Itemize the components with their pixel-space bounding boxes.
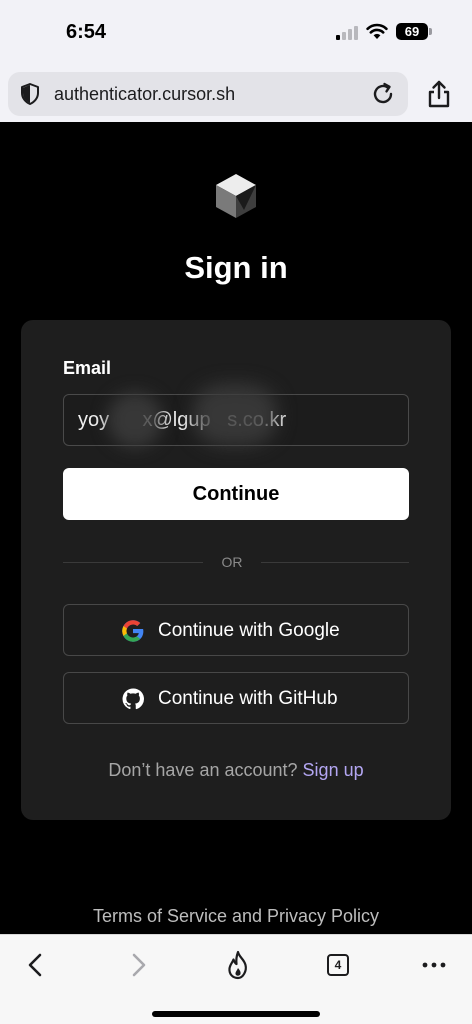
signup-row: Don’t have an account? Sign up (21, 760, 451, 781)
url-bar[interactable]: authenticator.cursor.sh (8, 72, 408, 116)
browser-address-area: authenticator.cursor.sh (0, 64, 472, 122)
status-time: 6:54 (66, 21, 107, 43)
share-icon[interactable] (426, 80, 452, 108)
page-content: Sign in Email Continue OR Continue with … (0, 122, 472, 934)
github-button-label: Continue with GitHub (158, 688, 338, 709)
google-button-label: Continue with Google (158, 620, 340, 641)
cellular-signal-icon (336, 26, 360, 40)
more-dots-icon[interactable] (418, 949, 450, 981)
back-chevron-icon[interactable] (20, 949, 52, 981)
continue-button[interactable]: Continue (63, 468, 409, 520)
home-indicator (152, 1011, 320, 1017)
status-bar: 6:54 69 (0, 0, 472, 64)
browser-toolbar: 4 (0, 934, 472, 1024)
github-icon (122, 688, 144, 710)
fire-icon[interactable] (222, 949, 254, 981)
battery-icon: 69 (396, 23, 428, 40)
url-text[interactable]: authenticator.cursor.sh (54, 84, 235, 105)
or-separator: OR (221, 554, 243, 570)
terms-privacy-link[interactable]: Terms of Service and Privacy Policy (0, 906, 472, 927)
sign-in-card: Email Continue OR Continue with Google C… (21, 320, 451, 820)
page-title: Sign in (184, 250, 288, 285)
google-icon (122, 620, 144, 642)
forward-chevron-icon[interactable] (122, 949, 154, 981)
redaction-blur (107, 392, 163, 448)
signup-prompt: Don’t have an account? (108, 760, 298, 780)
sign-up-link[interactable]: Sign up (303, 760, 364, 780)
reload-icon[interactable] (370, 81, 396, 107)
cursor-logo-icon (216, 174, 256, 218)
tab-count: 4 (327, 954, 349, 976)
continue-with-github-button[interactable]: Continue with GitHub (63, 672, 409, 724)
continue-with-google-button[interactable]: Continue with Google (63, 604, 409, 656)
divider-left (63, 562, 203, 563)
email-label: Email (63, 358, 112, 378)
shield-icon[interactable] (18, 82, 42, 106)
wifi-icon (366, 23, 388, 39)
divider-right (261, 562, 409, 563)
tabs-icon[interactable]: 4 (322, 949, 354, 981)
battery-tip (429, 28, 432, 35)
redaction-blur (193, 384, 277, 446)
